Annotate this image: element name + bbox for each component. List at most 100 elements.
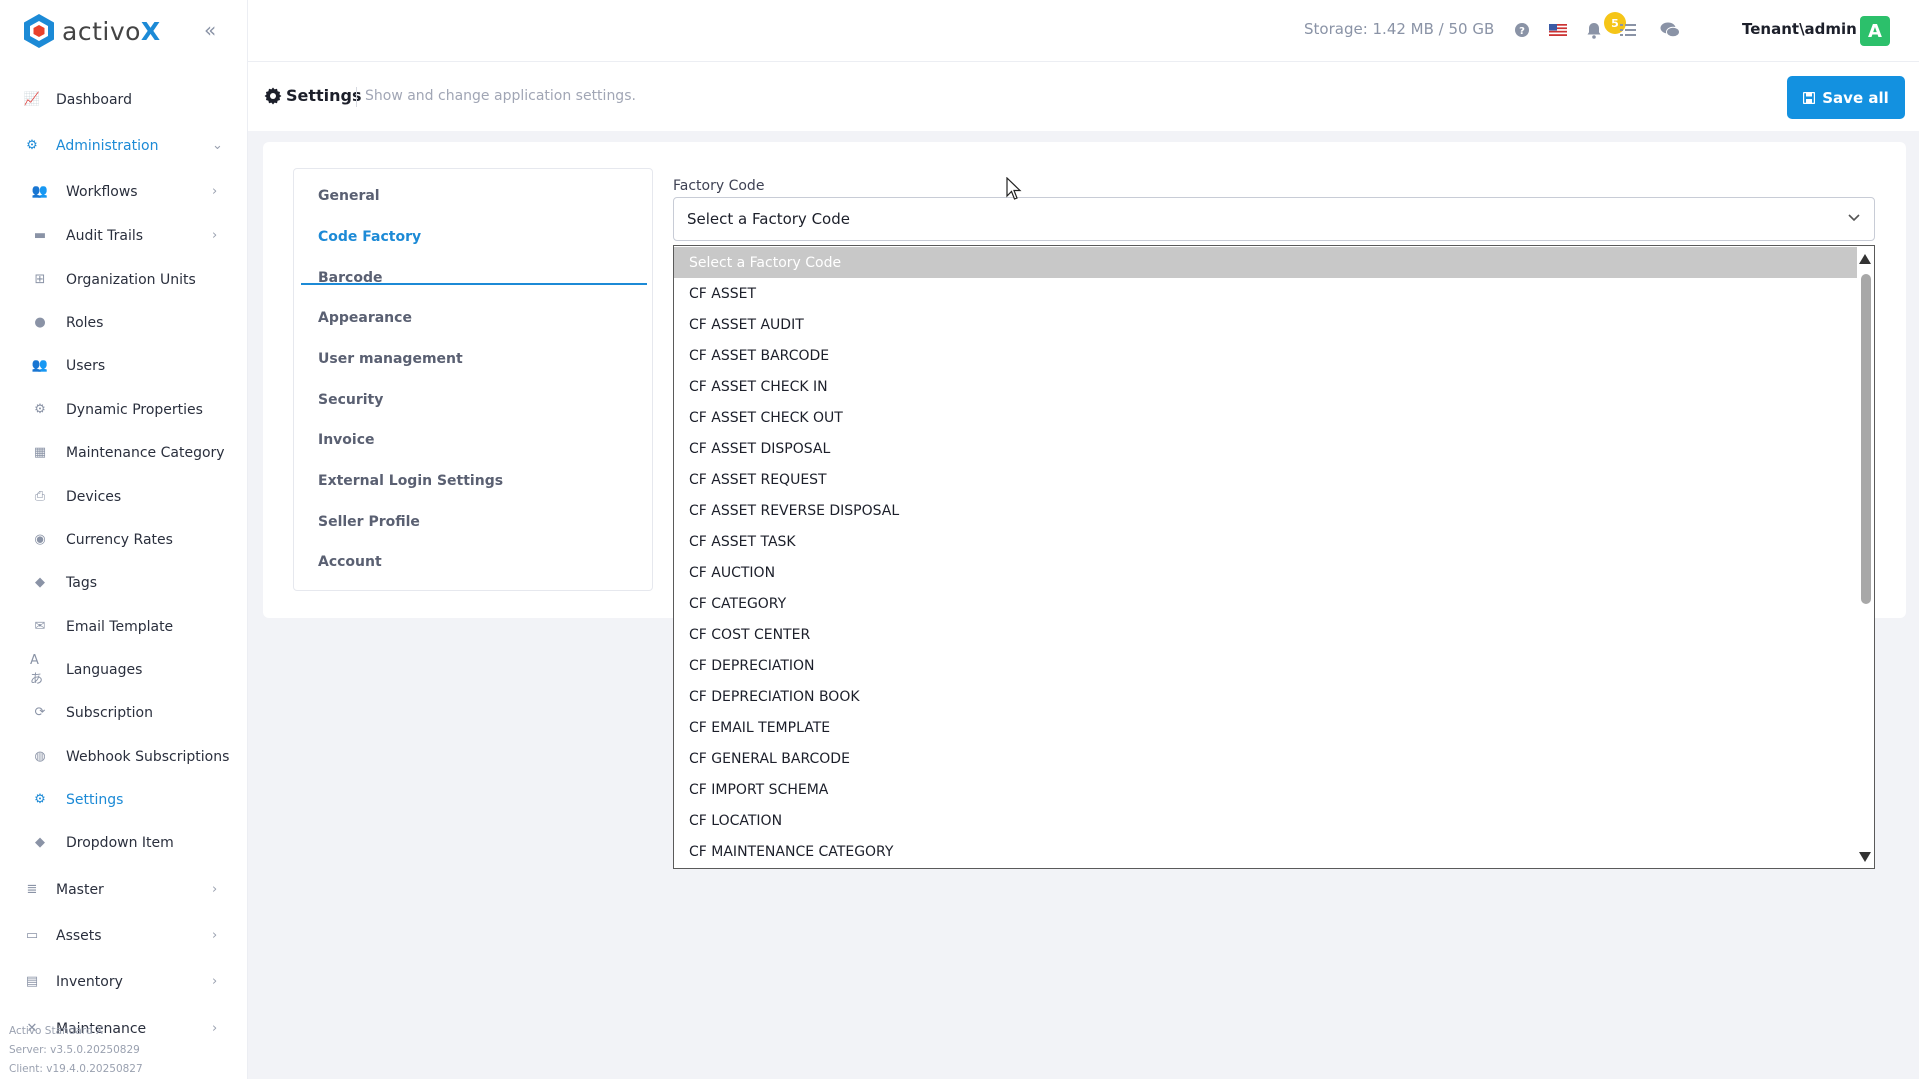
tab-security[interactable]: Security bbox=[318, 392, 383, 408]
sidebar-item-organization-units[interactable]: ⊞ Organization Units bbox=[0, 258, 248, 301]
factory-code-option[interactable]: CF DEPRECIATION BOOK bbox=[674, 681, 1857, 712]
factory-code-option[interactable]: CF AUCTION bbox=[674, 557, 1857, 588]
grid-icon: ▦ bbox=[33, 445, 47, 460]
gear-icon: ⚙ bbox=[34, 792, 46, 807]
sidebar-item-currency-rates[interactable]: ◉ Currency Rates bbox=[0, 518, 248, 561]
chevron-down-icon: ⌄ bbox=[212, 138, 223, 153]
sidebar-item-label: Webhook Subscriptions bbox=[66, 748, 230, 765]
brand-name: activoX bbox=[62, 16, 161, 46]
server-version: Server: v3.5.0.20250829 bbox=[9, 1044, 140, 1056]
task-list-icon[interactable] bbox=[1618, 20, 1638, 40]
sidebar-item-administration[interactable]: ⚙ Administration ⌄ bbox=[0, 124, 248, 167]
factory-code-option[interactable]: CF ASSET AUDIT bbox=[674, 309, 1857, 340]
sidebar-item-dashboard[interactable]: 📈 Dashboard bbox=[0, 78, 248, 121]
bell-icon[interactable] bbox=[1584, 20, 1604, 40]
factory-code-option[interactable]: CF EMAIL TEMPLATE bbox=[674, 712, 1857, 743]
tab-invoice[interactable]: Invoice bbox=[318, 432, 375, 448]
sidebar-item-tags[interactable]: ◆ Tags bbox=[0, 561, 248, 604]
page-description: Show and change application settings. bbox=[365, 88, 636, 104]
us-flag-icon[interactable] bbox=[1548, 20, 1568, 40]
envelope-icon: ✉ bbox=[34, 619, 46, 634]
sidebar-item-dynamic-properties[interactable]: ⚙ Dynamic Properties bbox=[0, 388, 248, 431]
sidebar-item-users[interactable]: 👥 Users bbox=[0, 344, 248, 387]
cogs-icon: ⚙ bbox=[26, 138, 38, 153]
svg-text:?: ? bbox=[1519, 26, 1525, 37]
title-divider bbox=[356, 87, 357, 107]
sitemap-icon: ⊞ bbox=[34, 272, 46, 287]
factory-code-option[interactable]: CF ASSET DISPOSAL bbox=[674, 433, 1857, 464]
factory-code-option[interactable]: CF ASSET bbox=[674, 278, 1857, 309]
coins-icon: ◉ bbox=[34, 532, 46, 547]
language-icon: Aあ bbox=[30, 652, 44, 687]
sidebar-item-subscription[interactable]: ⟳ Subscription bbox=[0, 691, 248, 734]
sidebar-item-settings[interactable]: ⚙ Settings bbox=[0, 778, 248, 821]
sidebar-item-label: Inventory bbox=[56, 973, 123, 990]
avatar[interactable]: A bbox=[1860, 16, 1890, 46]
factory-code-option[interactable]: CF ASSET BARCODE bbox=[674, 340, 1857, 371]
factory-code-option[interactable]: CF MAINTENANCE CATEGORY bbox=[674, 836, 1857, 867]
tenant-user-label[interactable]: Tenant\admin bbox=[1742, 20, 1857, 38]
chevron-right-icon: › bbox=[212, 1021, 218, 1036]
chart-line-icon: 📈 bbox=[23, 92, 41, 107]
mouse-cursor-icon bbox=[1006, 177, 1022, 200]
factory-code-label: Factory Code bbox=[673, 178, 765, 194]
sidebar-item-master[interactable]: ≣ Master › bbox=[0, 868, 248, 911]
version-info: Activo Standard X Server: v3.5.0.2025082… bbox=[9, 1022, 143, 1079]
subheader: Settings Show and change application set… bbox=[248, 62, 1919, 131]
sidebar-item-languages[interactable]: Aあ Languages bbox=[0, 648, 248, 691]
brand[interactable]: activoX « bbox=[0, 0, 247, 62]
factory-code-option[interactable]: CF ASSET REVERSE DISPOSAL bbox=[674, 495, 1857, 526]
help-icon[interactable]: ? bbox=[1512, 20, 1532, 40]
factory-code-option[interactable]: CF IMPORT SCHEMA bbox=[674, 774, 1857, 805]
scroll-up-arrow-icon[interactable] bbox=[1859, 254, 1871, 264]
tab-external-login-settings[interactable]: External Login Settings bbox=[318, 473, 503, 489]
scroll-down-arrow-icon[interactable] bbox=[1859, 852, 1871, 862]
sidebar-item-dropdown-item[interactable]: ◆ Dropdown Item bbox=[0, 821, 248, 864]
sidebar-item-roles[interactable]: ● Roles bbox=[0, 301, 248, 344]
tab-account[interactable]: Account bbox=[318, 554, 382, 570]
factory-code-select[interactable]: Select a Factory Code bbox=[673, 197, 1875, 241]
tab-code-factory[interactable]: Code Factory bbox=[318, 229, 421, 245]
collapse-sidebar-icon[interactable]: « bbox=[204, 18, 216, 42]
scrollbar-thumb[interactable] bbox=[1861, 274, 1871, 604]
chat-icon[interactable] bbox=[1660, 20, 1680, 40]
factory-code-option[interactable]: CF ASSET TASK bbox=[674, 526, 1857, 557]
tab-general[interactable]: General bbox=[318, 188, 380, 204]
print-icon: ⎙ bbox=[34, 489, 46, 504]
factory-code-option[interactable]: CF ASSET CHECK IN bbox=[674, 371, 1857, 402]
sidebar-item-label: Dashboard bbox=[56, 91, 132, 108]
sidebar-item-email-template[interactable]: ✉ Email Template bbox=[0, 605, 248, 648]
factory-code-option[interactable]: CF ASSET CHECK OUT bbox=[674, 402, 1857, 433]
tab-user-management[interactable]: User management bbox=[318, 351, 463, 367]
factory-code-option[interactable]: CF LOCATION bbox=[674, 805, 1857, 836]
factory-code-option[interactable]: Select a Factory Code bbox=[674, 247, 1857, 278]
sidebar-item-label: Audit Trails bbox=[66, 227, 144, 244]
factory-code-option[interactable]: CF CATEGORY bbox=[674, 588, 1857, 619]
sidebar-item-inventory[interactable]: ▤ Inventory › bbox=[0, 960, 248, 1003]
factory-code-option[interactable]: CF ASSET REQUEST bbox=[674, 464, 1857, 495]
factory-code-option[interactable]: CF GENERAL BARCODE bbox=[674, 743, 1857, 774]
sidebar-item-maintenance-category[interactable]: ▦ Maintenance Category bbox=[0, 431, 248, 474]
tab-seller-profile[interactable]: Seller Profile bbox=[318, 514, 420, 530]
sidebar-item-label: Dropdown Item bbox=[66, 834, 174, 851]
gear-icon bbox=[264, 87, 282, 109]
edition-label: Activo Standard X bbox=[9, 1025, 104, 1037]
save-all-button[interactable]: Save all bbox=[1787, 76, 1905, 119]
sidebar-item-label: Workflows bbox=[66, 183, 138, 200]
sidebar-item-webhook-subscriptions[interactable]: ◍ Webhook Subscriptions bbox=[0, 735, 248, 778]
factory-code-dropdown-list[interactable]: Select a Factory Code CF ASSET CF ASSET AU… bbox=[673, 245, 1875, 869]
chevron-right-icon: › bbox=[212, 228, 218, 243]
sidebar-item-label: Roles bbox=[66, 314, 104, 331]
tab-barcode[interactable]: Barcode bbox=[318, 270, 382, 286]
tab-appearance[interactable]: Appearance bbox=[318, 310, 412, 326]
sidebar-item-audit-trails[interactable]: ▬ Audit Trails › bbox=[0, 214, 248, 257]
sidebar-item-workflows[interactable]: 👥 Workflows › bbox=[0, 170, 248, 213]
warehouse-icon: ▤ bbox=[25, 974, 39, 989]
factory-code-option[interactable]: CF COST CENTER bbox=[674, 619, 1857, 650]
sync-icon: ⟳ bbox=[34, 705, 46, 720]
sidebar-item-assets[interactable]: ▭ Assets › bbox=[0, 914, 248, 957]
sidebar-item-devices[interactable]: ⎙ Devices bbox=[0, 475, 248, 518]
sidebar-item-label: Master bbox=[56, 881, 104, 898]
factory-code-option[interactable]: CF DEPRECIATION bbox=[674, 650, 1857, 681]
database-icon: ≣ bbox=[26, 882, 38, 897]
